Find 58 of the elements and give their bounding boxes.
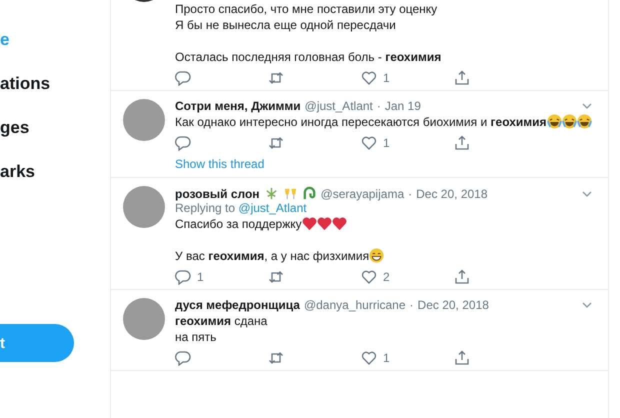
separator-dot: · bbox=[410, 298, 414, 312]
tweet-date[interactable]: Dec 20, 2018 bbox=[416, 186, 488, 200]
grinning-emoji-icon bbox=[369, 248, 384, 263]
tweet-date[interactable]: Jan 19 bbox=[384, 99, 421, 113]
share-icon[interactable] bbox=[454, 269, 470, 285]
author-name[interactable]: Сотри меня, Джимми bbox=[175, 99, 301, 113]
like-count: 1 bbox=[383, 136, 390, 150]
author-handle[interactable]: @just_Atlant bbox=[304, 99, 373, 113]
heart-emoji-icon bbox=[302, 216, 317, 231]
like-icon[interactable] bbox=[361, 350, 377, 366]
heart-emoji-icon bbox=[332, 216, 347, 231]
nav-item[interactable]: ges bbox=[0, 106, 110, 150]
nav-item[interactable]: e bbox=[0, 18, 110, 62]
reply-icon[interactable] bbox=[175, 269, 191, 285]
tweet-date[interactable]: Dec 20, 2018 bbox=[418, 298, 489, 312]
replying-label: Replying to bbox=[175, 201, 236, 215]
mention-link[interactable]: @just_Atlant bbox=[238, 201, 307, 215]
share-icon[interactable] bbox=[454, 70, 470, 86]
avatar[interactable] bbox=[123, 186, 165, 228]
show-thread-link[interactable]: Show this thread bbox=[175, 157, 593, 171]
reply-icon[interactable] bbox=[175, 70, 191, 86]
tweet-text: У вас геохимия, а у нас физхимия bbox=[175, 249, 370, 263]
glasses-emoji-icon bbox=[282, 186, 298, 201]
tweet-text: Как однако интересно иногда пересекаются биохимия и геохимия bbox=[175, 115, 547, 129]
like-icon[interactable] bbox=[361, 135, 377, 151]
laughing-emoji-icon bbox=[576, 114, 592, 129]
like-count: 1 bbox=[383, 351, 390, 365]
retweet-icon[interactable] bbox=[268, 135, 284, 151]
tweet-button[interactable]: t bbox=[0, 324, 74, 362]
separator-dot: · bbox=[376, 99, 381, 113]
retweet-icon[interactable] bbox=[268, 70, 284, 86]
retweet-icon[interactable] bbox=[268, 269, 284, 285]
retweet-icon[interactable] bbox=[268, 350, 284, 366]
reply-count: 1 bbox=[197, 270, 204, 284]
tweet-text: Осталась последняя головная боль - геохимия bbox=[175, 50, 442, 64]
like-count: 2 bbox=[383, 270, 390, 284]
like-icon[interactable] bbox=[361, 70, 377, 86]
nav-item[interactable]: arks bbox=[0, 150, 110, 194]
separator-dot: · bbox=[408, 186, 412, 200]
heart-emoji-icon bbox=[316, 216, 332, 231]
laughing-emoji-icon bbox=[562, 114, 577, 129]
avatar[interactable] bbox=[123, 99, 165, 141]
tweet-text: Просто спасибо, что мне поставили эту оценку Я бы не вынесла еще одной пересдачи bbox=[175, 2, 438, 32]
author-name[interactable]: дуся мефедронщица bbox=[175, 298, 300, 312]
author-name[interactable]: розовый слон bbox=[175, 186, 260, 200]
like-count: 1 bbox=[383, 71, 390, 85]
author-handle[interactable]: @serayapijama bbox=[320, 186, 404, 200]
reply-icon[interactable] bbox=[175, 135, 191, 151]
nav-item[interactable]: ations bbox=[0, 62, 110, 106]
tweet-text: Спасибо за поддержку bbox=[175, 217, 302, 231]
avatar[interactable] bbox=[123, 298, 165, 340]
share-icon[interactable] bbox=[454, 135, 470, 151]
share-icon[interactable] bbox=[454, 350, 470, 366]
laughing-emoji-icon bbox=[546, 114, 562, 129]
like-icon[interactable] bbox=[361, 269, 377, 285]
author-handle[interactable]: @danya_hurricane bbox=[304, 298, 406, 312]
reply-icon[interactable] bbox=[175, 350, 191, 366]
tweet-text: геохимия сдана на пять bbox=[175, 314, 268, 344]
